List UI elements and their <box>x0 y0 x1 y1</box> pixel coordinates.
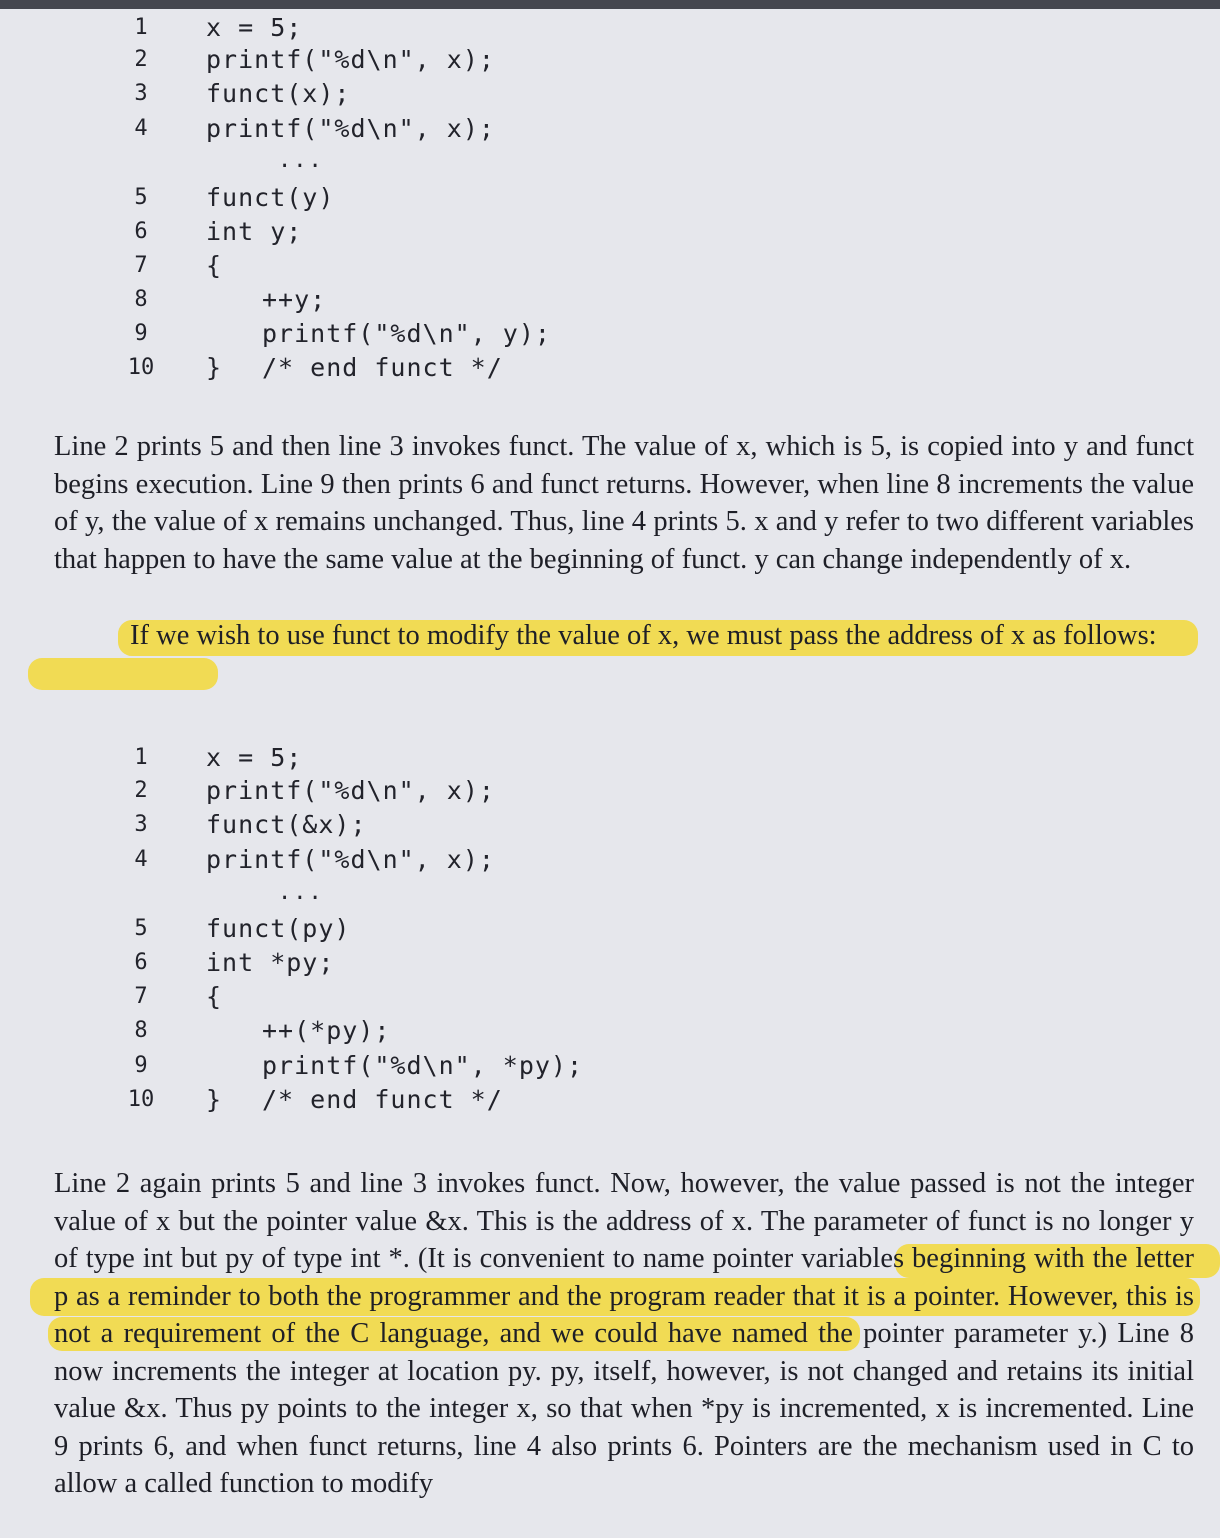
code-line: 8 ++y; <box>0 282 1220 318</box>
code-text: int *py; <box>206 948 335 977</box>
code-text: printf("%d\n", x); <box>206 45 495 74</box>
highlighter-mark <box>28 658 218 690</box>
code-line: 5 funct(y) <box>0 180 1220 216</box>
code-text: { <box>206 251 223 280</box>
code-line: 3 funct(&x); <box>0 807 1220 843</box>
line-number: 5 <box>134 916 148 941</box>
line-number: 4 <box>134 116 148 141</box>
code-line: 8 ++(*py); <box>0 1013 1220 1049</box>
code-line: 7 { <box>0 979 1220 1015</box>
line-number: 3 <box>134 812 148 837</box>
code-text: funct(x); <box>206 79 351 108</box>
code-ellipsis: ... <box>278 148 324 173</box>
code-line: 9 printf("%d\n", y); <box>0 316 1220 352</box>
code-line: 3 funct(x); <box>0 76 1220 112</box>
line-number: 10 <box>127 1087 155 1112</box>
line-number: 9 <box>134 1053 148 1078</box>
code-text: ++(*py); <box>262 1016 391 1045</box>
code-comment: /* end funct */ <box>262 1085 503 1114</box>
code-line: 2 printf("%d\n", x); <box>0 42 1220 78</box>
body-paragraph: Line 2 prints 5 and then line 3 invokes … <box>54 431 1194 575</box>
line-number: 3 <box>134 81 148 106</box>
line-number: 8 <box>134 287 148 312</box>
code-text: printf("%d\n", x); <box>206 776 495 805</box>
line-number: 2 <box>134 778 148 803</box>
code-line: 4 printf("%d\n", x); <box>0 842 1220 878</box>
code-text: funct(&x); <box>206 810 367 839</box>
window-top-bar <box>0 0 1220 9</box>
code-text: printf("%d\n", *py); <box>262 1051 584 1080</box>
code-text: printf("%d\n", x); <box>206 114 495 143</box>
code-text: { <box>206 982 223 1011</box>
code-line: 5 funct(py) <box>0 911 1220 947</box>
line-number: 7 <box>134 253 148 278</box>
code-text: ++y; <box>262 285 327 314</box>
body-paragraph: If we wish to use funct to modify the va… <box>130 620 1157 651</box>
line-number: 8 <box>134 1018 148 1043</box>
code-line: 6 int *py; <box>0 945 1220 981</box>
line-number: 5 <box>134 185 148 210</box>
line-number: 10 <box>127 355 155 380</box>
code-line: 9 printf("%d\n", *py); <box>0 1048 1220 1084</box>
code-line: 1 x = 5; <box>0 740 1220 776</box>
line-number: 7 <box>134 984 148 1009</box>
line-number: 6 <box>134 950 148 975</box>
code-comment: /* end funct */ <box>262 353 503 382</box>
code-text: x = 5; <box>206 743 303 772</box>
code-line: 1 x = 5; <box>0 10 1220 46</box>
code-text: printf("%d\n", x); <box>206 845 495 874</box>
line-number: 2 <box>134 47 148 72</box>
code-text: x = 5; <box>206 13 303 42</box>
code-text: } <box>206 1085 223 1114</box>
code-line: 7 { <box>0 248 1220 284</box>
code-line: 10 } /* end funct */ <box>0 350 1220 386</box>
code-line: 2 printf("%d\n", x); <box>0 773 1220 809</box>
line-number: 9 <box>134 321 148 346</box>
code-line: 10 } /* end funct */ <box>0 1082 1220 1118</box>
code-line: 4 printf("%d\n", x); <box>0 111 1220 147</box>
code-text: funct(y) <box>206 183 335 212</box>
code-text: } <box>206 353 223 382</box>
code-text: funct(py) <box>206 914 351 943</box>
code-ellipsis: ... <box>278 880 324 905</box>
code-line: 6 int y; <box>0 214 1220 250</box>
body-paragraph: Line 2 again prints 5 and line 3 invokes… <box>54 1168 1194 1499</box>
line-number: 4 <box>134 847 148 872</box>
line-number: 1 <box>134 745 148 770</box>
code-text: printf("%d\n", y); <box>262 319 551 348</box>
code-text: int y; <box>206 217 303 246</box>
line-number: 6 <box>134 219 148 244</box>
line-number: 1 <box>134 15 148 40</box>
